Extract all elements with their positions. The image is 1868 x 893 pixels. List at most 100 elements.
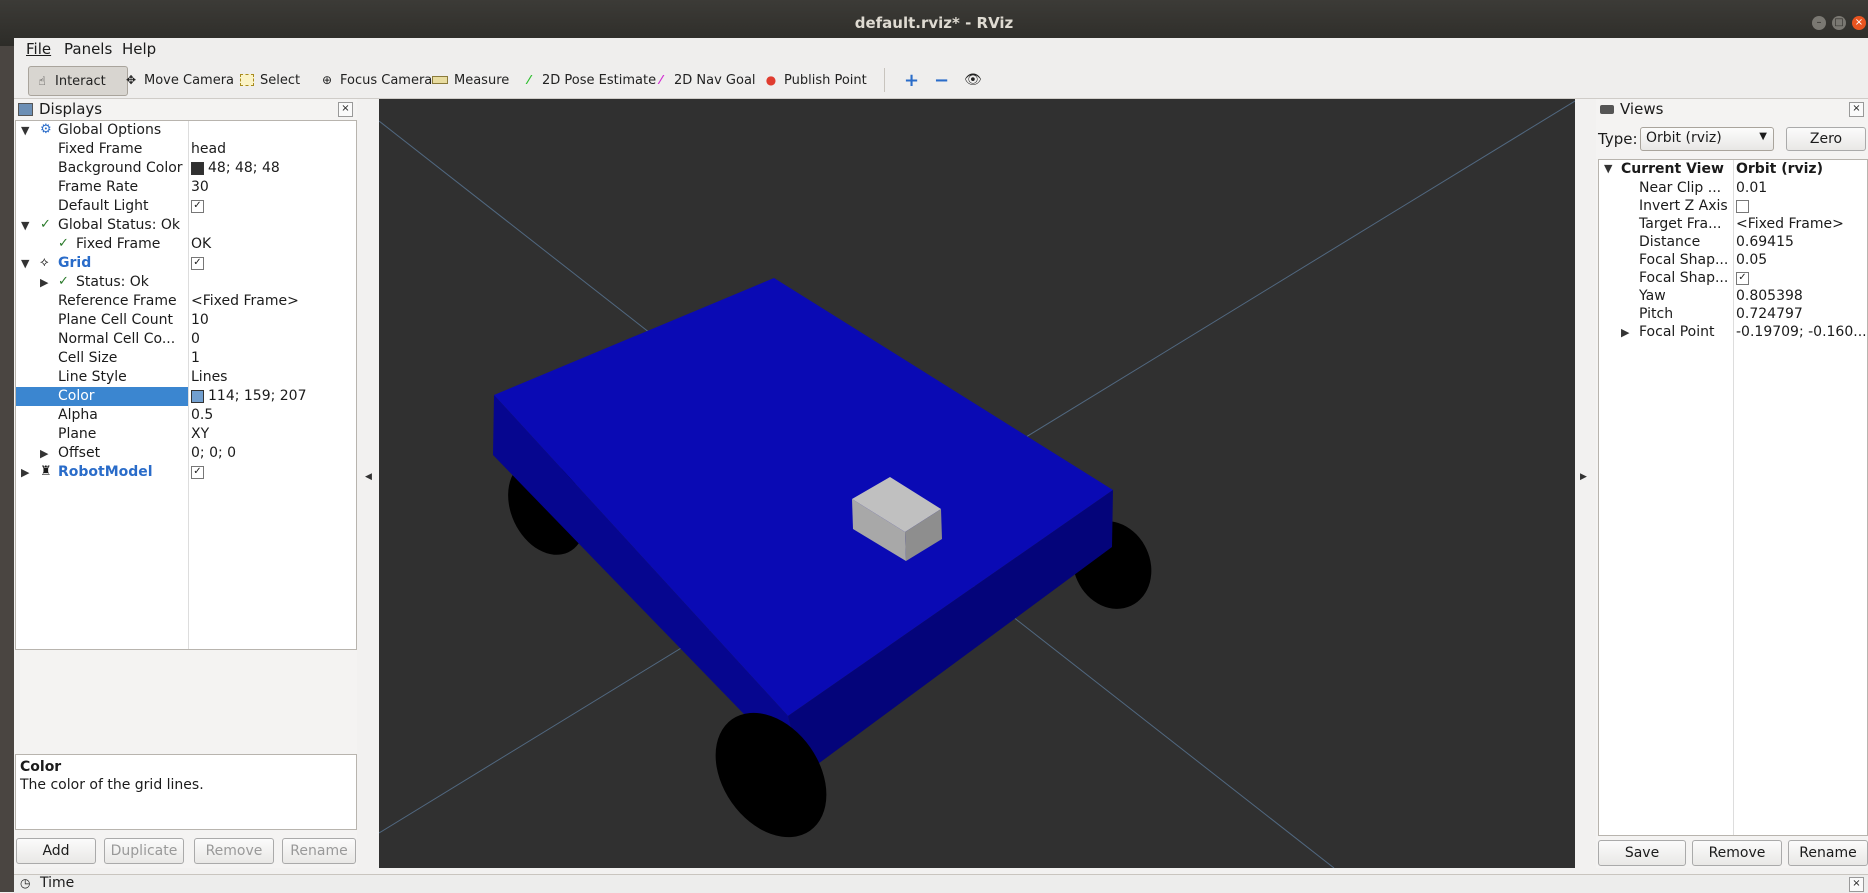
maximize-icon[interactable]: □ [1832, 16, 1846, 30]
view-property-row[interactable]: Invert Z Axis [1599, 197, 1867, 216]
menu-file[interactable]: File [26, 40, 51, 58]
minimize-icon[interactable]: – [1812, 16, 1826, 30]
expand-closed-icon[interactable]: ▶ [40, 276, 48, 289]
display-row[interactable]: Plane XY [16, 425, 356, 444]
add-tool-icon[interactable]: + [898, 66, 925, 94]
rename-button[interactable]: Rename [282, 838, 356, 864]
menu-panels[interactable]: Panels [64, 40, 112, 58]
expand-open-icon[interactable]: ▼ [21, 219, 29, 232]
view-property-row[interactable]: ▶ Focal Point -0.19709; -0.160... [1599, 323, 1867, 342]
expand-open-icon[interactable]: ▼ [21, 124, 29, 137]
select-tool[interactable]: Select [234, 66, 306, 94]
eye-icon[interactable]: 👁 [958, 66, 988, 94]
display-row[interactable]: Fixed Frame head [16, 140, 356, 159]
view-property-row[interactable]: Target Fra... <Fixed Frame> [1599, 215, 1867, 234]
type-select[interactable]: Orbit (rviz) ▼ [1640, 127, 1774, 151]
view-property-label: Yaw [1639, 288, 1666, 304]
view-property-value[interactable]: ✓ [1736, 270, 1749, 286]
3d-viewport[interactable] [379, 99, 1575, 868]
view-property-row[interactable]: Focal Shap... ✓ [1599, 269, 1867, 288]
display-row[interactable]: Cell Size 1 [16, 349, 356, 368]
display-row-value[interactable]: <Fixed Frame> [191, 293, 299, 309]
scene-svg[interactable] [379, 99, 1575, 868]
view-property-value[interactable]: 0.805398 [1736, 288, 1803, 304]
display-row-value[interactable]: 0 [191, 331, 200, 347]
display-row-value[interactable]: ✓ [191, 198, 204, 214]
display-row[interactable]: Frame Rate 30 [16, 178, 356, 197]
display-row-value[interactable]: 114; 159; 207 [191, 388, 307, 404]
remove-tool-icon[interactable]: − [928, 66, 955, 94]
save-button[interactable]: Save [1598, 840, 1686, 866]
expand-closed-icon[interactable]: ▶ [1621, 326, 1629, 339]
view-property-row[interactable]: Distance 0.69415 [1599, 233, 1867, 252]
display-row[interactable]: ▼ ✓ Global Status: Ok [16, 216, 356, 235]
display-row-value[interactable]: head [191, 141, 226, 157]
views-close-icon[interactable]: × [1849, 102, 1864, 117]
publish-point-tool[interactable]: ● Publish Point [758, 66, 873, 94]
view-property-value[interactable] [1736, 198, 1749, 214]
time-close-icon[interactable]: × [1849, 877, 1864, 892]
display-row-value[interactable]: 0.5 [191, 407, 213, 423]
display-row[interactable]: Alpha 0.5 [16, 406, 356, 425]
checkbox[interactable]: ✓ [1736, 271, 1749, 285]
display-row[interactable]: ✓ Fixed Frame OK [16, 235, 356, 254]
view-property-value[interactable]: 0.724797 [1736, 306, 1803, 322]
display-row[interactable]: ▶ ♜ RobotModel ✓ [16, 463, 356, 482]
add-button[interactable]: Add [16, 838, 96, 864]
checkbox[interactable]: ✓ [191, 465, 204, 479]
interact-tool[interactable]: ☝ Interact [28, 66, 128, 96]
duplicate-button[interactable]: Duplicate [104, 838, 184, 864]
display-row-value[interactable]: 30 [191, 179, 209, 195]
zero-button[interactable]: Zero [1786, 127, 1866, 151]
display-row[interactable]: ▼ ⚙ Global Options [16, 121, 356, 140]
display-row[interactable]: Normal Cell Co... 0 [16, 330, 356, 349]
current-view-row[interactable]: ▼ Current View Orbit (rviz) [1599, 160, 1867, 179]
display-row-value[interactable]: 48; 48; 48 [191, 160, 280, 176]
measure-tool[interactable]: Measure [426, 66, 515, 94]
display-row-value[interactable]: 10 [191, 312, 209, 328]
view-property-value[interactable]: 0.01 [1736, 180, 1767, 196]
display-row[interactable]: Color 114; 159; 207 [16, 387, 356, 406]
display-row[interactable]: Line Style Lines [16, 368, 356, 387]
view-property-value[interactable]: <Fixed Frame> [1736, 216, 1844, 232]
display-row-value[interactable]: Lines [191, 369, 227, 385]
view-property-row[interactable]: Pitch 0.724797 [1599, 305, 1867, 324]
nav-goal-tool[interactable]: ⁄ 2D Nav Goal [648, 66, 762, 94]
checkbox[interactable]: ✓ [191, 199, 204, 213]
view-property-row[interactable]: Near Clip ... 0.01 [1599, 179, 1867, 198]
displays-close-icon[interactable]: × [338, 102, 353, 117]
display-row-value[interactable]: ✓ [191, 464, 204, 480]
expand-open-icon[interactable]: ▼ [21, 257, 29, 270]
view-property-value[interactable]: 0.05 [1736, 252, 1767, 268]
display-row-value[interactable]: 0; 0; 0 [191, 445, 236, 461]
view-property-row[interactable]: Focal Shap... 0.05 [1599, 251, 1867, 270]
checkbox[interactable] [1736, 199, 1749, 213]
display-row[interactable]: ▶ Offset 0; 0; 0 [16, 444, 356, 463]
view-property-value[interactable]: -0.19709; -0.160... [1736, 324, 1867, 340]
view-property-row[interactable]: Yaw 0.805398 [1599, 287, 1867, 306]
display-row-value[interactable]: 1 [191, 350, 200, 366]
display-row[interactable]: Reference Frame <Fixed Frame> [16, 292, 356, 311]
views-remove-button[interactable]: Remove [1692, 840, 1782, 866]
move-camera-tool[interactable]: ✥ Move Camera [118, 66, 240, 94]
left-splitter-arrow-icon[interactable]: ◀ [365, 472, 373, 482]
expand-closed-icon[interactable]: ▶ [40, 447, 48, 460]
display-row[interactable]: ▶ ✓ Status: Ok [16, 273, 356, 292]
display-row[interactable]: Background Color 48; 48; 48 [16, 159, 356, 178]
pose-estimate-tool[interactable]: ⁄ 2D Pose Estimate [516, 66, 662, 94]
display-row-value[interactable]: ✓ [191, 255, 204, 271]
menu-help[interactable]: Help [122, 40, 156, 58]
display-row[interactable]: ▼ ⟡ Grid ✓ [16, 254, 356, 273]
views-rename-button[interactable]: Rename [1788, 840, 1868, 866]
expand-closed-icon[interactable]: ▶ [21, 466, 29, 479]
display-row-value[interactable]: XY [191, 426, 209, 442]
display-row[interactable]: Default Light ✓ [16, 197, 356, 216]
display-row-value[interactable]: OK [191, 236, 211, 252]
right-splitter-arrow-icon[interactable]: ▶ [1580, 472, 1588, 482]
focus-camera-tool[interactable]: ⊕ Focus Camera [314, 66, 438, 94]
close-icon[interactable]: × [1852, 16, 1866, 30]
checkbox[interactable]: ✓ [191, 256, 204, 270]
view-property-value[interactable]: 0.69415 [1736, 234, 1794, 250]
display-row[interactable]: Plane Cell Count 10 [16, 311, 356, 330]
remove-button[interactable]: Remove [194, 838, 274, 864]
